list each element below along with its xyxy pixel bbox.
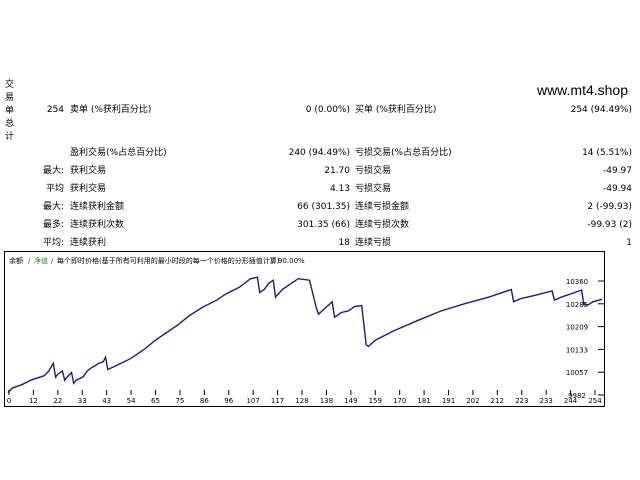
chart-legend: 余额 / 净值 / 每个即时价格(基于所有可利用的最小时段的每一个价格的分形插值… (9, 256, 305, 265)
sell-label: 卖单 (%获利百分比) (70, 105, 152, 115)
total-trades-count: 254 (46, 105, 64, 115)
avg-consecutive-losses-label: 连续亏损 (355, 238, 392, 248)
max-consecutive-losses-amount-value: 2 (-99.93) (587, 202, 632, 212)
x-tick-label: 138 (320, 397, 333, 405)
y-tick-label: 10057 (566, 369, 588, 377)
title-char: 易 (5, 93, 15, 103)
buy-value: 254 (94.49%) (570, 105, 632, 115)
x-tick-label: 65 (151, 397, 160, 405)
row-prefix-most: 最多: (42, 220, 64, 230)
x-tick-label: 96 (224, 397, 233, 405)
max-consecutive-losses-count-label: 连续亏损次数 (355, 220, 410, 230)
row-prefix-largest: 最大: (42, 166, 64, 176)
sell-value: 0 (0.00%) (305, 105, 350, 115)
balance-chart: 余额 / 净值 / 每个即时价格(基于所有可利用的最小时段的每一个价格的分形插值… (4, 251, 605, 407)
x-tick-label: 212 (491, 397, 504, 405)
loss-trades-label: 亏损交易(%占总百分比) (355, 148, 452, 158)
row-prefix-max: 最大: (42, 202, 64, 212)
avg-consecutive-wins-label: 连续获利 (70, 238, 107, 248)
largest-loss-label: 亏损交易 (355, 166, 392, 176)
largest-profit-label: 获利交易 (70, 166, 107, 176)
equity-legend-label: 净值 (34, 256, 48, 265)
average-profit-label: 获利交易 (70, 184, 107, 194)
largest-profit-value: 21.70 (324, 166, 350, 176)
largest-loss-value: -49.97 (602, 166, 632, 176)
profit-trades-value: 240 (94.49%) (288, 148, 350, 158)
x-tick-label: 244 (564, 397, 578, 405)
x-tick-label: 12 (29, 397, 38, 405)
balance-chart-svg: 余额 / 净值 / 每个即时价格(基于所有可利用的最小时段的每一个价格的分形插值… (4, 251, 605, 407)
site-watermark: www.mt4.shop (536, 82, 628, 98)
avg-consecutive-losses-value: 1 (626, 238, 632, 248)
max-consecutive-wins-count-label: 连续获利次数 (70, 220, 125, 230)
title-char: 单 (5, 106, 15, 116)
x-tick-label: 107 (246, 397, 259, 405)
average-profit-value: 4.13 (329, 184, 350, 194)
x-tick-label: 22 (53, 397, 62, 405)
x-tick-label: 33 (78, 397, 87, 405)
max-consecutive-wins-count-value: 301.35 (66) (297, 220, 350, 230)
x-tick-label: 75 (175, 397, 184, 405)
y-tick-label: 10285 (566, 301, 588, 309)
max-consecutive-wins-amount-label: 连续获利金额 (70, 202, 125, 212)
modelling-quality: 90.00% (278, 257, 305, 265)
x-tick-label: 159 (369, 397, 382, 405)
x-tick-label: 128 (295, 397, 308, 405)
y-tick-label: 10360 (566, 278, 588, 286)
x-tick-label: 54 (127, 397, 136, 405)
x-tick-label: 181 (417, 397, 430, 405)
x-tick-label: 149 (344, 397, 357, 405)
x-tick-label: 0 (7, 397, 11, 405)
avg-consecutive-wins-value: 18 (338, 238, 350, 248)
x-tick-label: 223 (515, 397, 528, 405)
title-char: 交 (5, 80, 15, 90)
average-loss-label: 亏损交易 (355, 184, 392, 194)
max-consecutive-losses-amount-label: 连续亏损金额 (355, 202, 410, 212)
x-tick-label: 43 (102, 397, 111, 405)
x-tick-label: 86 (200, 397, 209, 405)
balance-legend-label: 余额 (9, 256, 23, 265)
buy-label: 买单 (%获利百分比) (355, 105, 437, 115)
row-prefix-avg: 平均: (42, 238, 64, 248)
x-tick-label: 170 (393, 397, 406, 405)
title-char: 计 (5, 132, 15, 142)
max-consecutive-losses-count-value: -99.93 (2) (587, 220, 632, 230)
x-tick-label: 202 (466, 397, 479, 405)
chart-frame (4, 251, 605, 407)
title-char: 总 (5, 119, 15, 129)
report-vertical-title: 交 易 单 总 计 (5, 79, 17, 144)
x-tick-label: 117 (271, 397, 284, 405)
profit-trades-label: 盈利交易(%占总百分比) (70, 148, 167, 158)
y-tick-label: 10209 (566, 324, 588, 332)
x-tick-label: 233 (539, 397, 552, 405)
y-tick-label: 10133 (566, 346, 588, 354)
x-tick-label: 254 (588, 397, 602, 405)
x-tick-label: 191 (442, 397, 455, 405)
average-loss-value: -49.94 (602, 184, 632, 194)
model-description: 每个即时价格(基于所有可利用的最小时段的每一个价格的分形插值计算) (57, 256, 280, 265)
max-consecutive-wins-amount-value: 66 (301.35) (297, 202, 350, 212)
row-prefix-average: 平均 (45, 184, 64, 194)
loss-trades-value: 14 (5.51%) (582, 148, 632, 158)
